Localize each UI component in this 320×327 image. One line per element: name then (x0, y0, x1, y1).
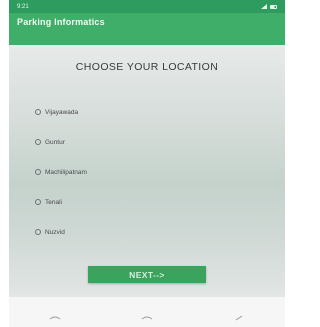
radio-button[interactable] (35, 109, 41, 115)
location-content: CHOOSE YOUR LOCATION Vijayawada Guntur M… (9, 45, 285, 297)
home-icon (141, 316, 153, 320)
radio-button[interactable] (35, 139, 41, 145)
radio-button[interactable] (35, 229, 41, 235)
location-label: Vijayawada (45, 108, 79, 116)
page-heading: CHOOSE YOUR LOCATION (75, 61, 219, 73)
status-bar: 9:21 (9, 0, 285, 13)
radio-button[interactable] (35, 169, 41, 175)
app-title: Parking Informatics (17, 17, 105, 27)
status-time: 9:21 (17, 3, 29, 10)
location-label: Guntur (45, 138, 65, 146)
battery-icon (270, 4, 277, 9)
location-label: Tenali (45, 198, 62, 206)
back-button[interactable] (45, 313, 65, 323)
location-option-guntur[interactable]: Guntur (35, 127, 87, 157)
screen: 9:21 Parking Informatics CHOOSE YOUR LOC… (0, 0, 292, 327)
radio-button[interactable] (35, 199, 41, 205)
location-option-vijayawada[interactable]: Vijayawada (35, 97, 87, 127)
location-option-nuzvid[interactable]: Nuzvid (35, 217, 87, 247)
location-radio-group: Vijayawada Guntur Machilipatnam Tenali N… (35, 97, 87, 247)
location-option-machilipatnam[interactable]: Machilipatnam (35, 157, 87, 187)
app-bar: Parking Informatics (9, 13, 285, 45)
location-label: Nuzvid (45, 228, 65, 236)
home-button[interactable] (137, 313, 157, 323)
signal-icon (261, 4, 267, 9)
back-icon (49, 316, 61, 320)
system-nav-bar (9, 297, 285, 327)
next-button[interactable]: NEXT--> (88, 266, 206, 283)
phone-screen: 9:21 Parking Informatics CHOOSE YOUR LOC… (9, 0, 285, 327)
location-option-tenali[interactable]: Tenali (35, 187, 87, 217)
location-label: Machilipatnam (45, 168, 87, 176)
recents-icon (235, 315, 243, 321)
recents-button[interactable] (229, 313, 249, 323)
status-icons (261, 4, 277, 9)
